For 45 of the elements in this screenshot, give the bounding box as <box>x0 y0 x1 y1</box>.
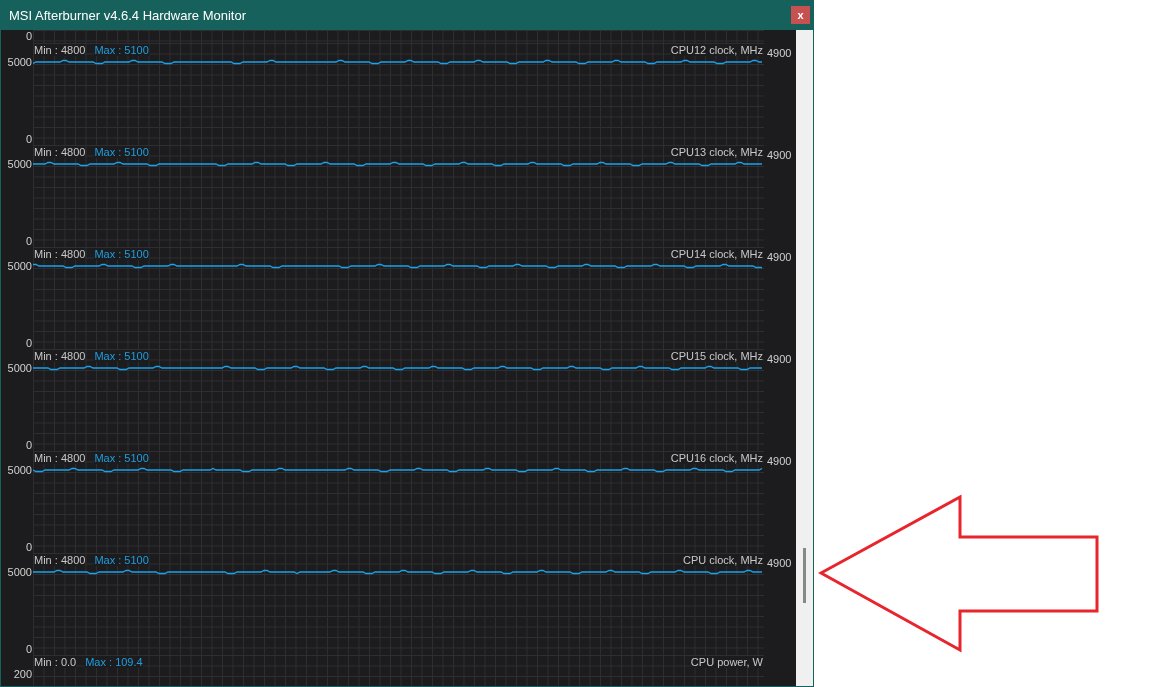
axis-label: 0 <box>25 133 32 145</box>
axis-label: 5000 <box>7 566 32 578</box>
min-value: Min : 4800 <box>34 350 86 362</box>
max-value: Max : 5100 <box>94 146 149 158</box>
graph-name: CPU power, W <box>690 656 763 668</box>
axis-label: 0 <box>25 439 32 451</box>
min-value: Min : 4800 <box>34 146 86 158</box>
axis-label: 5000 <box>7 158 32 170</box>
current-reading: 4900 <box>766 46 792 59</box>
max-value: Max : 5100 <box>94 452 149 464</box>
min-value: Min : 4800 <box>34 554 86 566</box>
min-value: Min : 0.0 <box>34 656 77 668</box>
max-value: Max : 5100 <box>94 554 149 566</box>
graph-name: CPU16 clock, MHz <box>670 452 763 464</box>
max-value: Max : 5100 <box>94 44 149 56</box>
current-reading: 4900 <box>766 148 792 161</box>
close-button[interactable]: x <box>791 6 810 24</box>
current-reading: 4900 <box>766 556 792 569</box>
graph-name: CPU15 clock, MHz <box>670 350 763 362</box>
min-value: Min : 4800 <box>34 44 86 56</box>
max-value: Max : 5100 <box>94 350 149 362</box>
axis-label: 5000 <box>7 362 32 374</box>
max-value: Max : 109.4 <box>85 656 143 668</box>
axis-label: 0 <box>25 643 32 655</box>
axis-label: 5000 <box>7 260 32 272</box>
graph-name: CPU14 clock, MHz <box>670 248 763 260</box>
window-title: MSI Afterburner v4.6.4 Hardware Monitor <box>9 7 246 23</box>
axis-label: 5000 <box>7 464 32 476</box>
axis-label: 0 <box>25 30 32 42</box>
current-reading: 4900 <box>766 250 792 263</box>
min-value: Min : 4800 <box>34 248 86 260</box>
current-reading: 4900 <box>766 454 792 467</box>
axis-label: 200 <box>13 668 32 680</box>
current-reading: 4900 <box>766 352 792 365</box>
scrollbar[interactable] <box>796 30 813 686</box>
min-value: Min : 4800 <box>34 452 86 464</box>
axis-label: 0 <box>25 235 32 247</box>
graph-name: CPU13 clock, MHz <box>670 146 763 158</box>
scrollbar-thumb[interactable] <box>803 548 806 603</box>
axis-label: 0 <box>25 337 32 349</box>
max-value: Max : 5100 <box>94 248 149 260</box>
axis-label: 5000 <box>7 56 32 68</box>
graph-name: CPU12 clock, MHz <box>670 44 763 56</box>
graph-name: CPU clock, MHz <box>682 554 763 566</box>
axis-label: 0 <box>25 541 32 553</box>
